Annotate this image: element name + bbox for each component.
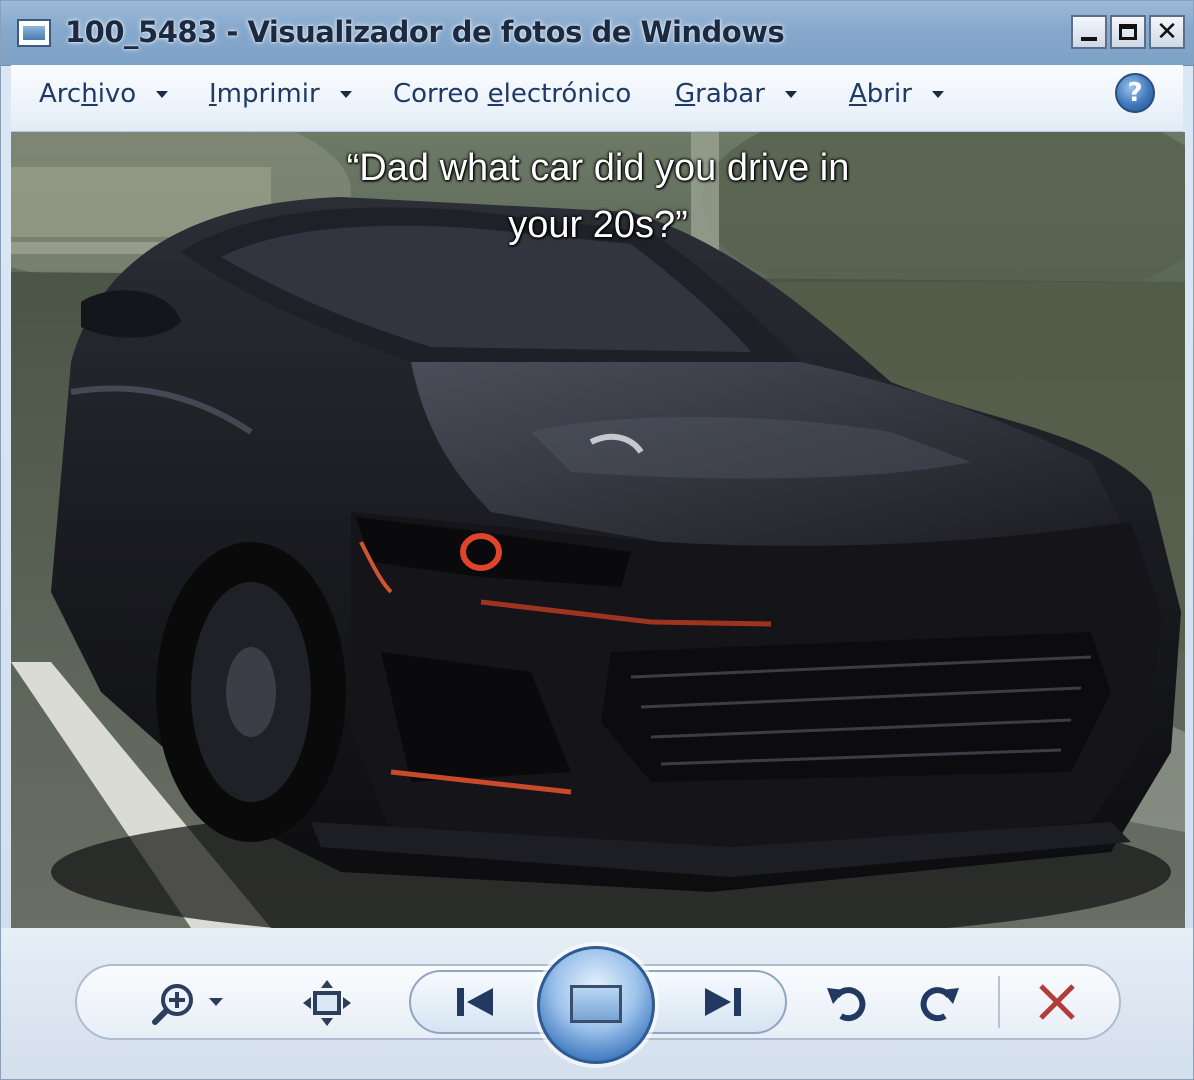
next-button[interactable] — [689, 980, 759, 1024]
menu-correo-electronico-label: Correo electrónico — [393, 79, 632, 109]
menu-correo-electronico[interactable]: Correo electrónico — [393, 79, 631, 109]
rotate-clockwise-button[interactable] — [909, 978, 965, 1028]
caption-line-2: your 20s?” — [508, 204, 688, 246]
menu-grabar-label: Grabar — [675, 79, 765, 109]
menu-archivo-label: Archivo — [39, 79, 137, 109]
caption-line-1: “Dad what car did you drive in — [346, 147, 850, 189]
previous-button[interactable] — [441, 980, 511, 1024]
slideshow-button[interactable] — [537, 946, 655, 1064]
window-controls: ✕ — [1071, 15, 1185, 49]
rotate-clockwise-icon — [920, 987, 959, 1022]
help-icon: ? — [1127, 78, 1143, 108]
help-button[interactable]: ? — [1115, 73, 1155, 113]
close-icon: ✕ — [1156, 17, 1178, 47]
chevron-down-icon — [156, 90, 169, 98]
fit-to-window-icon — [303, 980, 351, 1026]
menu-archivo[interactable]: Archivo — [39, 79, 169, 109]
menu-grabar[interactable]: Grabar — [675, 79, 797, 109]
maximize-icon — [1119, 24, 1137, 40]
toolbar-separator — [998, 976, 1000, 1028]
zoom-icon — [152, 984, 223, 1025]
menu-bar: Archivo Imprimir Correo electrónico Grab… — [11, 65, 1183, 132]
photo-caption: “Dad what car did you drive in your 20s?… — [11, 140, 1185, 254]
minimize-icon — [1081, 37, 1097, 41]
menu-imprimir-label: Imprimir — [209, 79, 320, 109]
zoom-button[interactable] — [147, 978, 237, 1028]
window-title: 100_5483 - Visualizador de fotos de Wind… — [65, 15, 785, 49]
next-icon — [705, 988, 741, 1016]
delete-button[interactable] — [1029, 978, 1085, 1028]
previous-icon — [457, 988, 493, 1016]
menu-abrir-label: Abrir — [849, 79, 912, 109]
bottom-toolbar — [1, 928, 1193, 1079]
menu-imprimir[interactable]: Imprimir — [209, 79, 352, 109]
fit-to-window-button[interactable] — [299, 978, 355, 1028]
menu-abrir[interactable]: Abrir — [849, 79, 944, 109]
rotate-counterclockwise-icon — [827, 987, 866, 1022]
photo-viewer-app-icon[interactable] — [17, 19, 51, 47]
maximize-button[interactable] — [1110, 15, 1146, 49]
close-button[interactable]: ✕ — [1149, 15, 1185, 49]
chevron-down-icon — [931, 90, 944, 98]
chevron-down-icon — [784, 90, 797, 98]
rotate-counterclockwise-button[interactable] — [821, 978, 877, 1028]
delete-icon — [1039, 984, 1075, 1020]
slideshow-icon — [570, 985, 622, 1023]
minimize-button[interactable] — [1071, 15, 1107, 49]
chevron-down-icon — [339, 90, 352, 98]
photo-viewer-window: 100_5483 - Visualizador de fotos de Wind… — [0, 0, 1194, 1080]
photo-display[interactable]: “Dad what car did you drive in your 20s?… — [11, 132, 1185, 928]
title-bar[interactable]: 100_5483 - Visualizador de fotos de Wind… — [1, 1, 1193, 66]
